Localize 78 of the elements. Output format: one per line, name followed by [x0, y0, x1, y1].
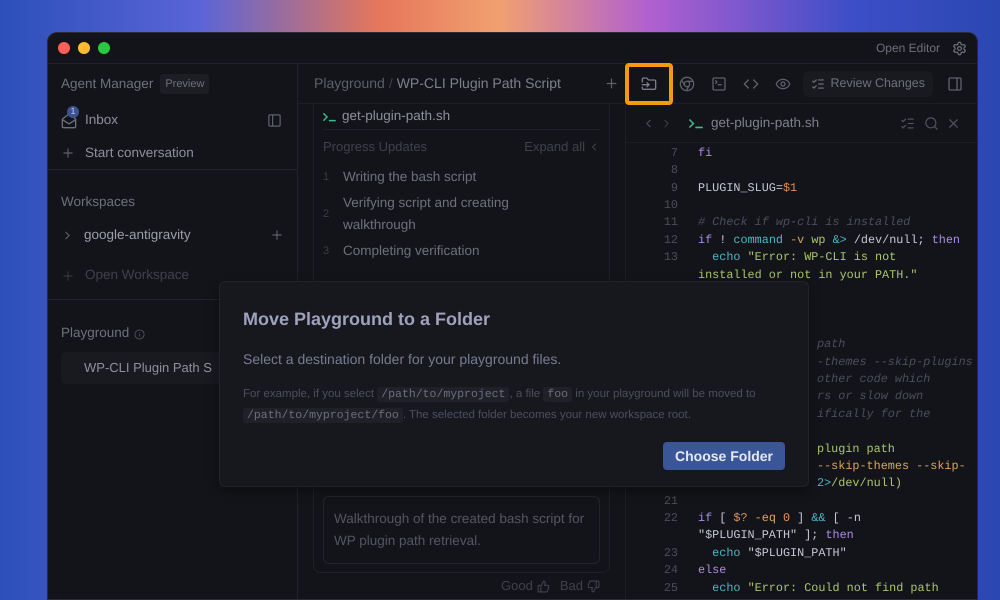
review-changes-button[interactable]: Review Changes	[802, 70, 933, 96]
line-number: 9	[670, 180, 678, 197]
code-line: # Check if wp-cli is installed	[698, 214, 910, 232]
line-number: 11	[662, 214, 678, 232]
line-number: 25	[662, 580, 678, 597]
file-name[interactable]: get-plugin-path.sh	[342, 106, 450, 127]
plus-icon	[61, 146, 75, 160]
editor-tab[interactable]: get-plugin-path.sh	[711, 112, 820, 134]
panel-toggle-icon[interactable]	[947, 76, 963, 92]
choose-folder-button[interactable]: Choose Folder	[662, 442, 785, 470]
zoom-window-button[interactable]	[98, 42, 110, 54]
settings-icon[interactable]	[952, 40, 967, 56]
code-line: installed or not in your PATH."	[698, 266, 918, 284]
plus-icon[interactable]	[604, 76, 618, 91]
open-editor-button[interactable]: Open Editor	[876, 39, 940, 57]
list-check-icon[interactable]	[900, 116, 915, 130]
breadcrumb-parent[interactable]: Playground	[314, 73, 385, 94]
circle-logo-icon[interactable]	[678, 76, 694, 92]
info-icon[interactable]	[134, 329, 146, 340]
code-line: "$PLUGIN_PATH" ]; then	[698, 527, 854, 544]
line-number: 24	[662, 562, 678, 580]
code-line: -themes --skip-plugins	[817, 354, 973, 371]
inbox-icon	[61, 112, 77, 128]
code-line: echo "Error: WP-CLI is not	[711, 249, 896, 266]
code-line: fi	[698, 144, 712, 162]
code-line: if [ $? -eq 0 ] && [ -n	[698, 510, 861, 528]
eye-icon[interactable]	[774, 76, 790, 92]
code-line: echo "Error: Could not find path	[711, 580, 939, 597]
minimize-window-button[interactable]	[78, 42, 90, 54]
search-icon[interactable]	[924, 116, 939, 130]
code-line: --skip-themes --skip-	[817, 458, 966, 475]
line-number: 22	[662, 510, 678, 528]
folder-input-icon	[640, 76, 656, 92]
thumbs-up-icon	[536, 580, 550, 592]
code-line: path	[817, 336, 846, 354]
thumbs-down-icon	[587, 580, 600, 592]
step-label[interactable]: Completing verification	[343, 240, 563, 262]
start-conversation-item[interactable]: Start conversation	[85, 142, 194, 164]
section-heading: Workspaces	[61, 192, 136, 211]
move-to-folder-button[interactable]	[624, 62, 672, 104]
workspace-item[interactable]: google-antigravity	[84, 224, 191, 246]
breadcrumb-separator: /	[388, 74, 393, 93]
code-line: 2>/dev/null)	[817, 475, 902, 492]
code-line: plugin path	[817, 440, 895, 458]
line-number: 13	[662, 249, 678, 266]
inbox-item[interactable]: Inbox	[85, 110, 118, 131]
code-line: rs or slow down	[817, 388, 924, 406]
artifact-card[interactable]: Walkthrough of the created bash script for WP plugin path retrieval.	[323, 496, 600, 564]
code-line: PLUGIN_SLUG=$1	[698, 180, 798, 197]
close-window-button[interactable]	[58, 42, 70, 54]
terminal-icon[interactable]	[710, 76, 726, 92]
step-label[interactable]: Writing the bash script	[343, 166, 563, 188]
code-line: if ! command -v wp &> /dev/null; then	[698, 232, 960, 249]
code-line: echo "$PLUGIN_PATH"	[711, 544, 847, 562]
code-line: ifically for the	[817, 406, 930, 423]
line-number: 10	[662, 197, 678, 214]
artifact-description: Walkthrough of the created bash script for WP plugin path retrieval.	[334, 510, 586, 550]
code-line: other code which	[817, 370, 930, 388]
line-number: 12	[662, 232, 678, 249]
line-number: 7	[670, 144, 678, 162]
line-number: 8	[670, 162, 678, 180]
breadcrumb-current: WP-CLI Plugin Path Script	[396, 74, 561, 93]
section-heading: Playground	[61, 324, 130, 342]
line-number: 21	[662, 492, 678, 510]
dialog-title: Move Playground to a Folder	[243, 308, 492, 331]
line-number: 23	[662, 544, 678, 562]
code-line: else	[698, 562, 726, 580]
terminal-prompt-icon	[689, 118, 703, 128]
sidebar-title: Agent Manager	[61, 74, 154, 93]
plus-icon	[61, 268, 75, 282]
dialog-note: For example, if you select /path/to/myproject , a file foo in your playground will be moved to /path/to/myproject/foo . The selected folder becomes your new workspace root.	[243, 386, 757, 425]
list-check-icon	[810, 76, 824, 90]
terminal-prompt-icon	[323, 112, 336, 122]
step-label[interactable]: Verifying script and creating walkthrough	[343, 192, 563, 236]
add-icon[interactable]	[270, 228, 284, 242]
unread-count-badge: 1	[67, 106, 79, 118]
panel-toggle-icon[interactable]	[267, 113, 282, 128]
preview-badge: Preview	[160, 74, 210, 94]
